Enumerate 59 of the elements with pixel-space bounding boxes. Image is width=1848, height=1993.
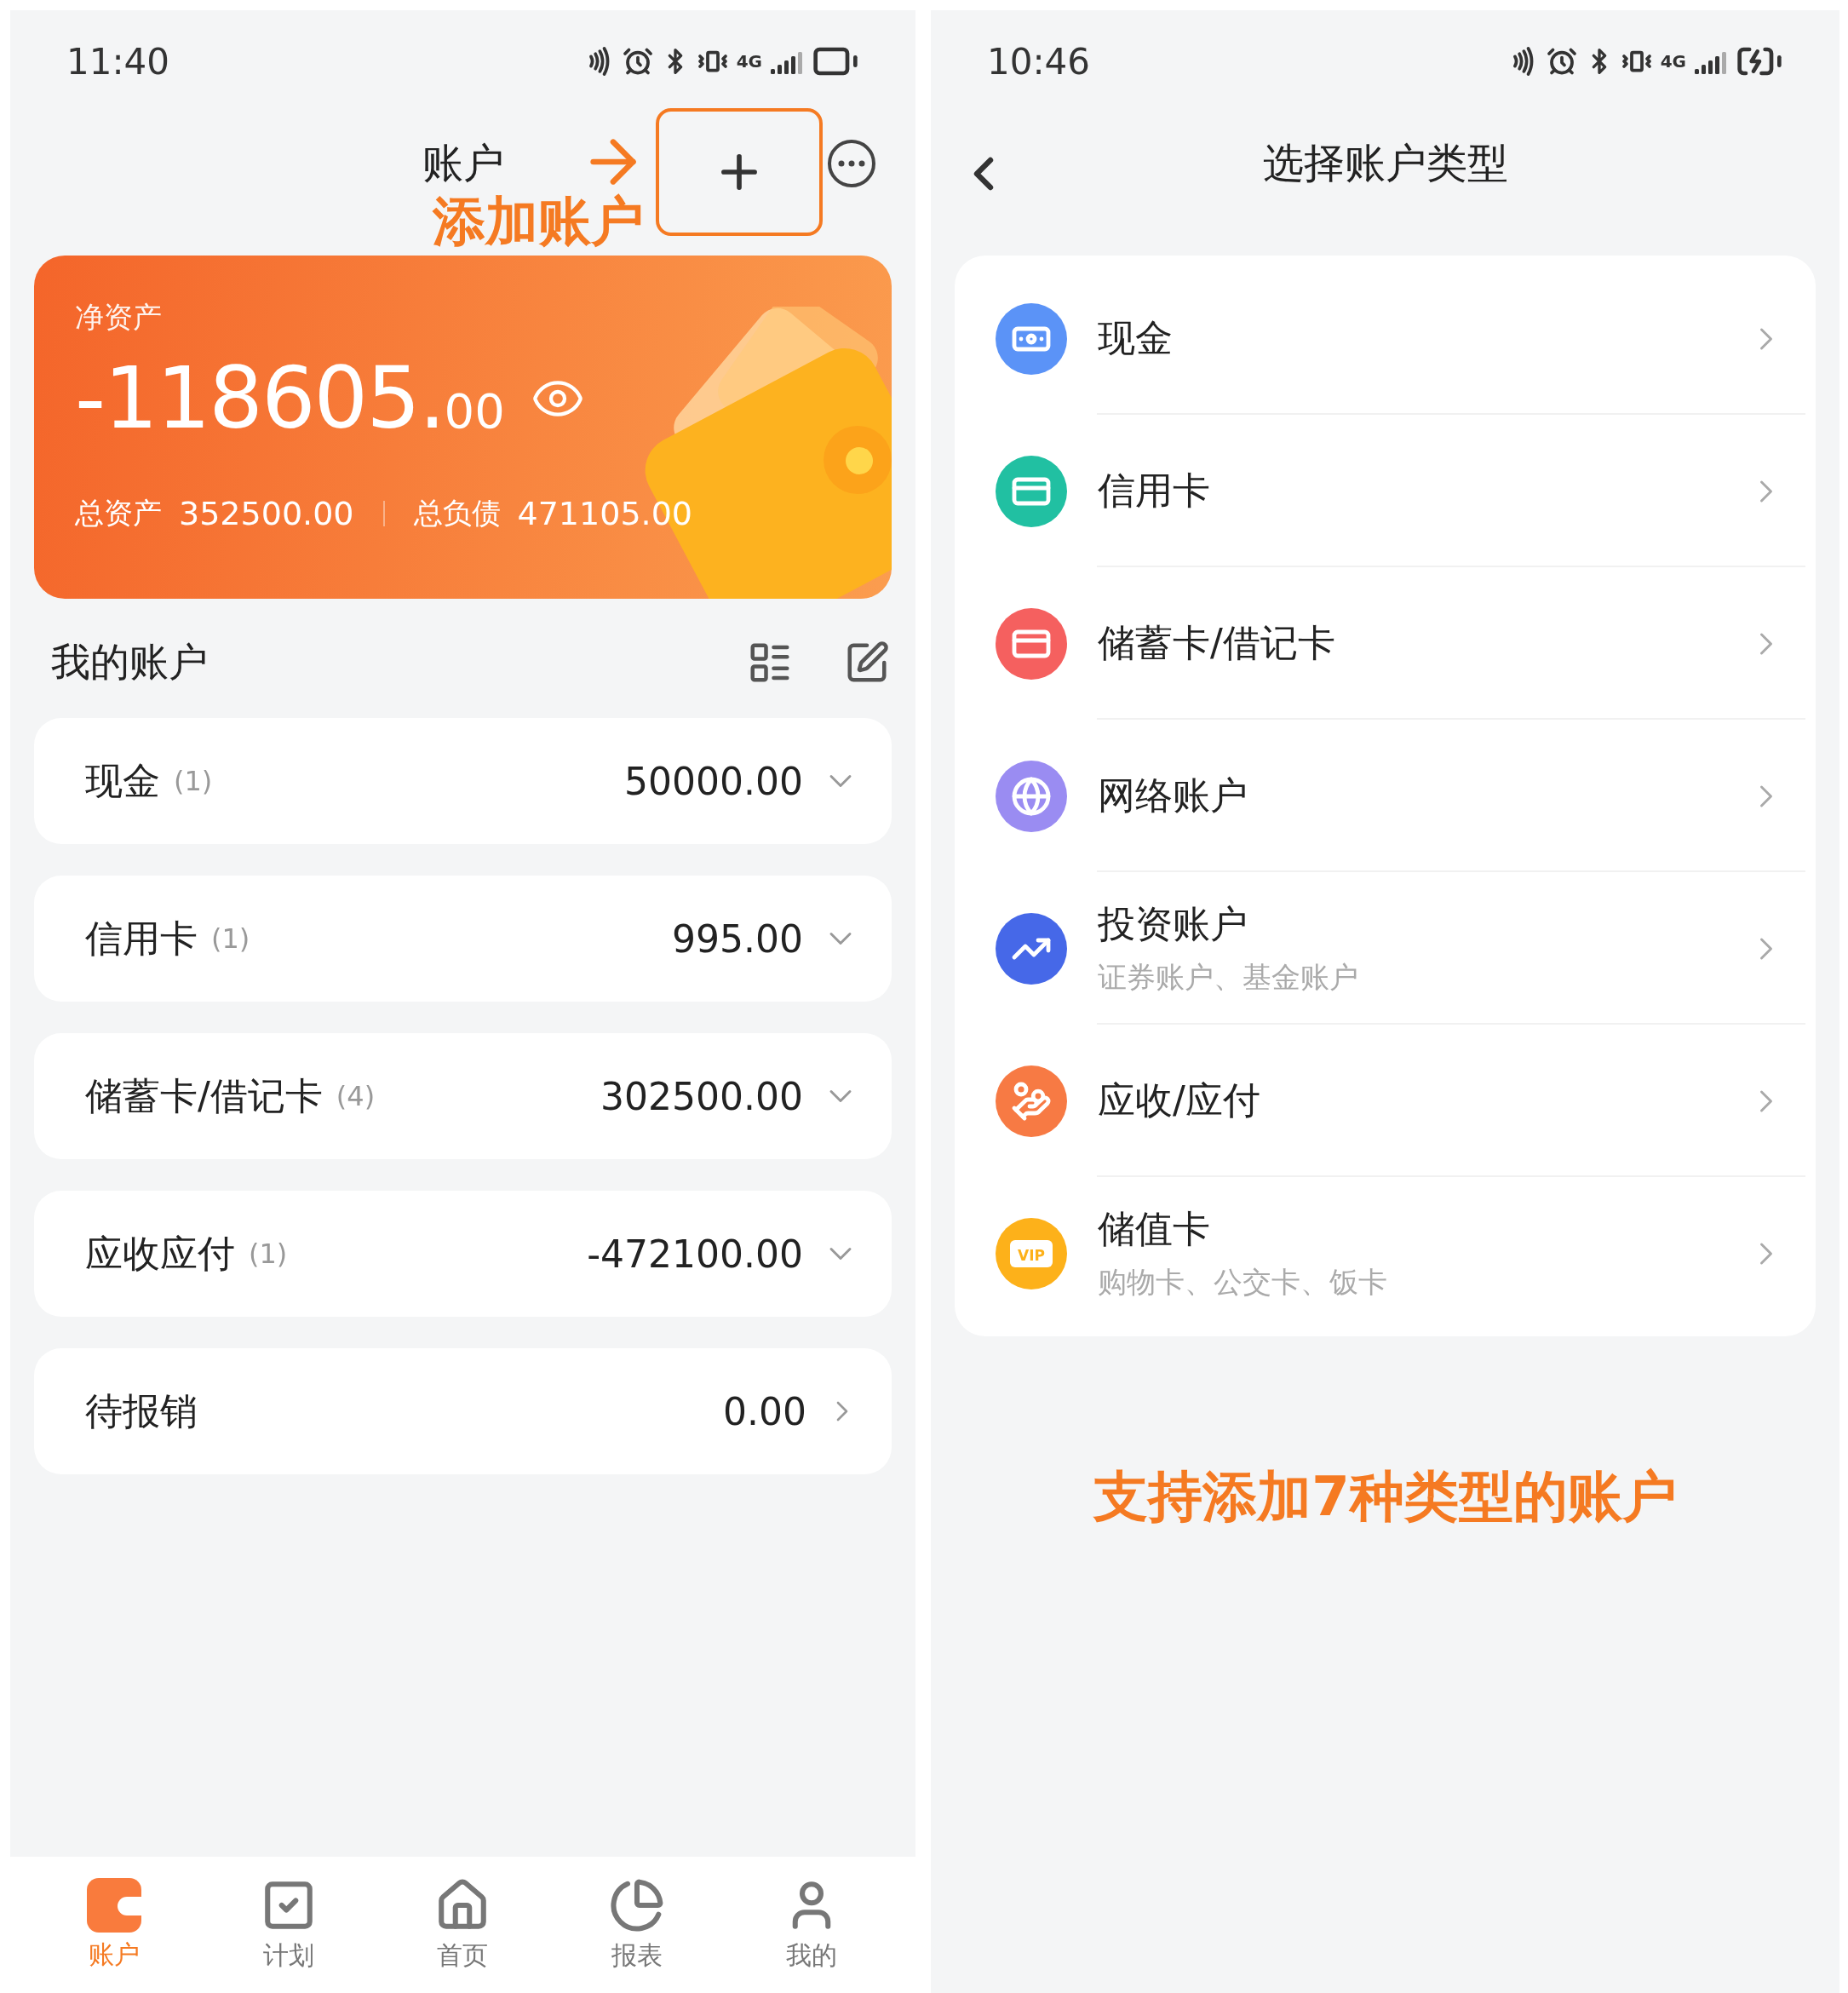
network-type: 4G (736, 53, 762, 70)
tab[interactable]: 我的 (751, 1876, 871, 1973)
page-title: 选择账户类型 (1262, 138, 1508, 188)
tab[interactable]: 计划 (228, 1876, 348, 1973)
account-type-name: 网络账户 (1098, 773, 1248, 818)
account-type-row[interactable]: 现金 (955, 262, 1816, 415)
account-type-row[interactable]: 信用卡 (955, 415, 1816, 567)
tab[interactable]: 首页 (403, 1876, 523, 1973)
account-type-name: 应收/应付 (1098, 1077, 1260, 1123)
account-row[interactable]: 应收应付 (1) -472100.00 (34, 1191, 892, 1317)
status-time: 10:46 (987, 40, 1091, 83)
account-type-hint: 购物卡、公交卡、饭卡 (1098, 1264, 1387, 1301)
account-row[interactable]: 现金 (1) 50000.00 (34, 718, 892, 844)
more-icon[interactable] (826, 138, 877, 189)
vip-card-icon: VIP (996, 1217, 1067, 1289)
total-liabilities-label: 总负债 (413, 495, 501, 531)
account-type-row[interactable]: 网络账户 (955, 720, 1816, 872)
account-amount: -472100.00 (587, 1232, 803, 1276)
account-row[interactable]: 待报销 0.00 (34, 1348, 892, 1474)
account-name: 现金 (85, 757, 160, 804)
account-type-row[interactable]: 投资账户 证券账户、基金账户 (955, 872, 1816, 1025)
net-assets-value: -118605.00 (75, 356, 505, 441)
wallet-icon (87, 1877, 142, 1933)
account-name: 待报销 (85, 1387, 198, 1434)
annotation-label: 添加账户 (433, 189, 644, 254)
account-amount: 0.00 (723, 1389, 806, 1433)
alarm-icon (1546, 46, 1577, 77)
total-assets-value: 352500.00 (179, 495, 354, 532)
account-amount: 995.00 (672, 916, 803, 961)
account-amount: 50000.00 (624, 759, 803, 803)
account-type-row[interactable]: 应收/应付 (955, 1025, 1816, 1177)
annotation-text: 支持添加7种类型的账户 (1093, 1464, 1677, 1530)
status-time: 11:40 (66, 40, 170, 83)
network-type: 4G (1660, 53, 1686, 70)
page-title: 账户 (422, 138, 504, 188)
net-assets-label: 净资产 (75, 299, 162, 336)
alarm-icon (622, 46, 653, 77)
total-liabilities-value: 471105.00 (517, 495, 692, 532)
account-type-name: 信用卡 (1098, 468, 1210, 514)
account-name: 信用卡 (85, 915, 198, 962)
account-type-row[interactable]: VIP 储值卡 购物卡、公交卡、饭卡 (955, 1177, 1816, 1330)
account-count: (4) (336, 1080, 376, 1112)
account-amount: 302500.00 (600, 1074, 803, 1118)
account-count: (1) (174, 765, 214, 797)
account-row[interactable]: 信用卡 (1) 995.00 (34, 876, 892, 1002)
account-type-name: 现金 (1098, 315, 1173, 361)
total-assets-label: 总资产 (75, 495, 162, 531)
account-name: 应收应付 (85, 1230, 235, 1277)
account-count: (1) (249, 1238, 289, 1270)
account-type-hint: 证券账户、基金账户 (1098, 959, 1358, 996)
account-type-name: 投资账户 (1098, 901, 1248, 947)
section-title: 我的账户 (51, 638, 209, 686)
account-row[interactable]: 储蓄卡/借记卡 (4) 302500.00 (34, 1033, 892, 1159)
tab[interactable]: 报表 (577, 1876, 697, 1973)
account-type-name: 储值卡 (1098, 1206, 1210, 1252)
account-type-name: 储蓄卡/借记卡 (1098, 620, 1335, 666)
account-count: (1) (211, 922, 251, 955)
account-type-row[interactable]: 储蓄卡/借记卡 (955, 567, 1816, 720)
account-name: 储蓄卡/借记卡 (85, 1072, 323, 1119)
